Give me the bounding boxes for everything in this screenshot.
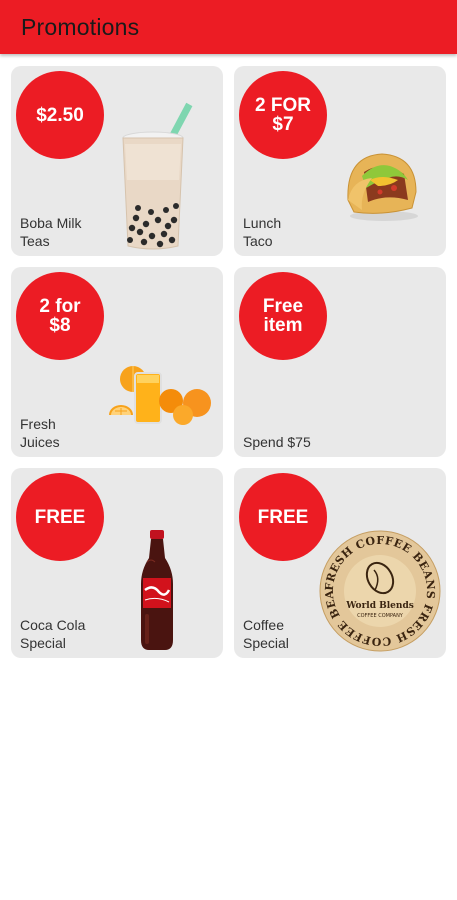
promotion-card-coca-cola[interactable]: FREE Coca Cola Special: [11, 468, 223, 658]
promotion-card-coffee[interactable]: FREE Coffee Special FRESH COFFEE BEANS F…: [234, 468, 446, 658]
promotion-badge: 2 FOR $7: [239, 71, 327, 159]
promotion-label: Coca Cola Special: [20, 617, 86, 651]
promotion-badge: 2 for $8: [16, 272, 104, 360]
promotion-card-taco[interactable]: 2 FOR $7 Lunch Taco: [234, 66, 446, 256]
promotion-card-free-item[interactable]: Free item Spend $75: [234, 267, 446, 457]
coffee-brand-text: World Blends: [345, 601, 414, 611]
orange-juice-image: [109, 366, 211, 425]
promotion-label: Boba Milk Teas: [20, 215, 82, 249]
promotion-label: Spend $75: [243, 434, 311, 450]
promotion-badge: FREE: [16, 473, 104, 561]
promotions-grid: $2.50 Boba Milk Teas 2 FOR $7 Lunch Taco: [0, 0, 457, 900]
promotion-label: Lunch Taco: [243, 215, 282, 249]
promotion-badge: FREE: [239, 473, 327, 561]
promotion-badge: Free item: [239, 272, 327, 360]
promotion-card-boba[interactable]: $2.50 Boba Milk Teas: [11, 66, 223, 256]
promotion-badge: $2.50: [16, 71, 104, 159]
coffee-beans-stamp-image: FRESH COFFEE BEANS FRESH COFFEE BEANS Wo…: [319, 530, 441, 652]
taco-image: [347, 153, 418, 221]
coca-cola-bottle-image: [141, 530, 173, 650]
coffee-sub-text: COFFEE COMPANY: [357, 613, 404, 619]
promotion-card-juices[interactable]: 2 for $8 Fresh Juices: [11, 267, 223, 457]
boba-milk-tea-image: [122, 102, 193, 250]
